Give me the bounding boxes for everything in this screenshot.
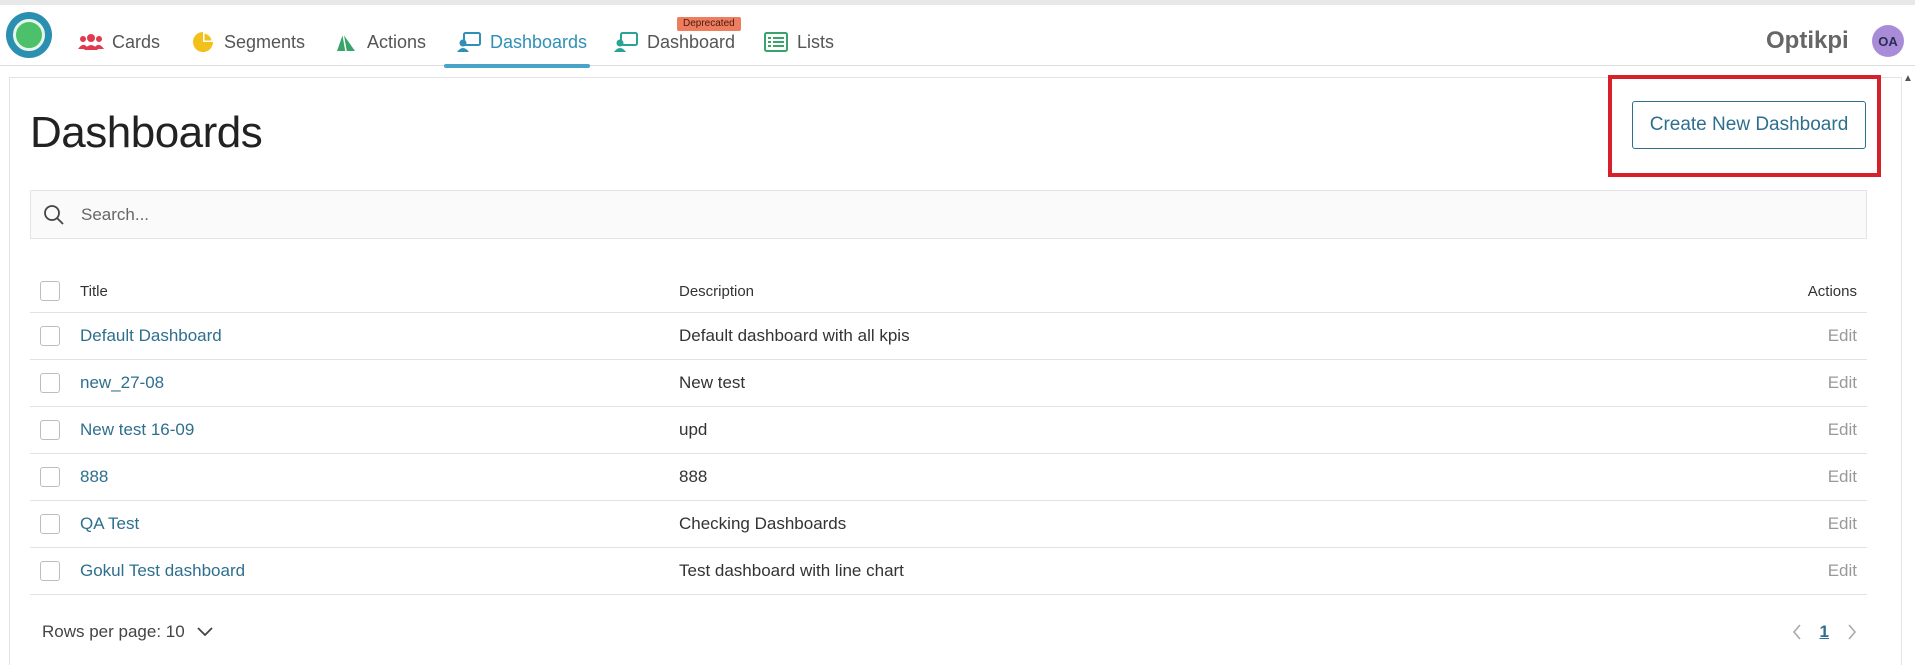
- dashboard-description: Test dashboard with line chart: [679, 561, 904, 580]
- row-checkbox[interactable]: [40, 467, 60, 487]
- logo-mark: [13, 19, 45, 51]
- active-tab-indicator: [444, 64, 590, 68]
- dashboard-title-link[interactable]: new_27-08: [80, 373, 164, 393]
- nav-label: Dashboard: [647, 31, 736, 52]
- dashboard-description: upd: [679, 420, 708, 439]
- nav-label: Cards: [112, 31, 161, 52]
- dashboard-icon: [456, 31, 482, 53]
- edit-link[interactable]: Edit: [1828, 326, 1857, 346]
- nav-label: Segments: [224, 31, 306, 52]
- dashboard-title-link[interactable]: Gokul Test dashboard: [80, 561, 245, 581]
- table-row: Gokul Test dashboard Test dashboard with…: [30, 548, 1867, 595]
- chevron-down-icon: [197, 627, 213, 637]
- nav-segments[interactable]: Segments: [190, 27, 305, 57]
- scroll-up-arrow-icon[interactable]: ▲: [1903, 73, 1913, 84]
- dashboard-icon: [613, 31, 639, 53]
- row-checkbox[interactable]: [40, 326, 60, 346]
- nav-actions[interactable]: Actions: [333, 27, 426, 57]
- dashboard-description: New test: [679, 373, 746, 392]
- nav-dashboard-deprecated[interactable]: Dashboard: [613, 27, 735, 57]
- page-title: Dashboards: [30, 108, 263, 157]
- search-icon: [43, 203, 67, 227]
- nav-label: Lists: [797, 31, 835, 52]
- rows-per-page-select[interactable]: Rows per page: 10: [42, 622, 213, 642]
- dashboard-title-link[interactable]: QA Test: [80, 514, 139, 534]
- dashboard-title-link[interactable]: 888: [80, 467, 108, 487]
- dashboards-table: Title Description Actions Default Dashbo…: [30, 270, 1867, 595]
- row-checkbox[interactable]: [40, 373, 60, 393]
- table-header: Title Description Actions: [30, 270, 1867, 313]
- dashboard-description: 888: [679, 467, 708, 486]
- table-row: new_27-08 New test Edit: [30, 360, 1867, 407]
- users-icon: [78, 31, 104, 53]
- row-checkbox[interactable]: [40, 420, 60, 440]
- table-row: 888 888 Edit: [30, 454, 1867, 501]
- deprecated-badge: Deprecated: [677, 17, 741, 31]
- edit-link[interactable]: Edit: [1828, 420, 1857, 440]
- table-footer: Rows per page: 10 1: [30, 612, 1867, 652]
- column-header-actions: Actions: [1807, 282, 1857, 300]
- dashboard-description: Checking Dashboards: [679, 514, 847, 533]
- chevron-right-icon[interactable]: [1847, 624, 1857, 640]
- column-header-title: Title: [80, 282, 108, 300]
- edit-link[interactable]: Edit: [1828, 514, 1857, 534]
- edit-link[interactable]: Edit: [1828, 561, 1857, 581]
- user-avatar[interactable]: OA: [1872, 25, 1904, 57]
- top-nav: Cards Segments Actions Dashboards Dashbo…: [0, 0, 1915, 68]
- search-bar: [30, 190, 1867, 239]
- nav-label: Dashboards: [490, 31, 588, 52]
- table-row: QA Test Checking Dashboards Edit: [30, 501, 1867, 548]
- brand-name: Optikpi: [1766, 27, 1849, 54]
- nav-dashboards[interactable]: Dashboards: [456, 27, 587, 57]
- list-icon: [763, 31, 789, 53]
- rows-per-page-label: Rows per page: 10: [42, 622, 185, 641]
- edit-link[interactable]: Edit: [1828, 467, 1857, 487]
- dashboard-description: Default dashboard with all kpis: [679, 326, 910, 345]
- search-input[interactable]: [81, 204, 1781, 225]
- edit-link[interactable]: Edit: [1828, 373, 1857, 393]
- dashboard-title-link[interactable]: Default Dashboard: [80, 326, 222, 346]
- page-number-button[interactable]: 1: [1820, 622, 1829, 642]
- highlight-box: [1608, 75, 1881, 177]
- nav-label: Actions: [367, 31, 427, 52]
- pie-chart-icon: [190, 31, 216, 53]
- nav-cards[interactable]: Cards: [78, 27, 160, 57]
- dashboard-title-link[interactable]: New test 16-09: [80, 420, 194, 440]
- column-header-description: Description: [679, 282, 755, 300]
- sail-icon: [333, 31, 359, 53]
- select-all-checkbox[interactable]: [40, 281, 60, 301]
- pagination: 1: [1792, 622, 1857, 642]
- chevron-left-icon[interactable]: [1792, 624, 1802, 640]
- app-logo[interactable]: [6, 12, 52, 58]
- nav-lists[interactable]: Lists: [763, 27, 834, 57]
- table-row: New test 16-09 upd Edit: [30, 407, 1867, 454]
- row-checkbox[interactable]: [40, 514, 60, 534]
- table-row: Default Dashboard Default dashboard with…: [30, 313, 1867, 360]
- row-checkbox[interactable]: [40, 561, 60, 581]
